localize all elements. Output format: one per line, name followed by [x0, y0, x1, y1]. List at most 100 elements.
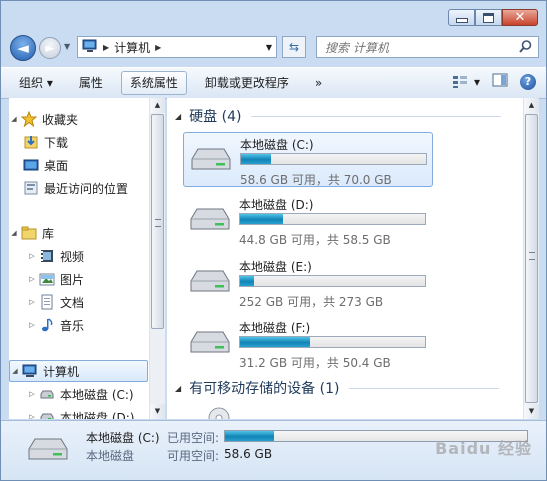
hard-drive-icon — [187, 267, 233, 300]
collapse-icon[interactable]: ◢ — [10, 367, 20, 375]
drive-d[interactable]: 本地磁盘 (D:) 44.8 GB 可用，共 58.5 GB — [183, 193, 433, 248]
usage-bar — [239, 336, 426, 348]
details-usage-bar-fill — [225, 431, 275, 441]
nav-item-drive-d[interactable]: ▷ 本地磁盘 (D:) — [27, 406, 134, 419]
nav-item-videos[interactable]: ▷ 视频 — [27, 245, 84, 267]
scroll-down-icon[interactable]: ▼ — [524, 404, 539, 419]
breadcrumb-computer[interactable]: 计算机 — [114, 39, 150, 56]
collapse-icon[interactable]: ◢ — [175, 112, 181, 121]
usage-bar — [239, 213, 426, 225]
nav-item-music[interactable]: ▷ 音乐 — [27, 314, 84, 336]
expand-icon[interactable]: ▷ — [27, 275, 37, 283]
drive-space-info: 58.6 GB 可用，共 70.0 GB — [240, 173, 392, 187]
nav-item-recent-places[interactable]: 最近访问的位置 — [21, 177, 128, 199]
organize-menu[interactable]: 组织 ▾ — [11, 72, 61, 94]
address-bar[interactable]: ▶ 计算机 ▶ ▼ — [77, 36, 277, 58]
desktop-icon — [23, 157, 39, 173]
recent-places-icon — [23, 180, 39, 196]
nav-group-computer[interactable]: ◢ 计算机 — [9, 360, 148, 382]
search-icon[interactable] — [519, 40, 532, 56]
properties-button[interactable]: 属性 — [71, 72, 111, 94]
group-header-hard-disks[interactable]: ◢ 硬盘 (4) — [175, 106, 502, 126]
group-title: 有可移动存储的设备 (1) — [189, 381, 340, 397]
drive-icon — [39, 409, 55, 419]
nav-item-pictures[interactable]: ▷ 图片 — [27, 268, 84, 290]
nav-pane-scrollbar[interactable]: ▲ ▼ — [149, 98, 165, 419]
drive-c[interactable]: 本地磁盘 (C:) 58.6 GB 可用，共 70.0 GB — [183, 132, 433, 187]
drive-name: 本地磁盘 (F:) — [239, 321, 311, 335]
watermark: Baidu 经验 — [435, 439, 532, 458]
nav-item-documents[interactable]: ▷ 文档 — [27, 291, 84, 313]
content-pane: ◢ 硬盘 (4) 本地磁盘 (C:) 58.6 GB 可用，共 70.0 GB … — [167, 98, 523, 419]
preview-pane-button[interactable] — [492, 73, 508, 90]
uninstall-program-button[interactable]: 卸载或更改程序 — [197, 72, 297, 94]
expand-icon[interactable]: ▷ — [27, 252, 37, 260]
nav-label: 视频 — [60, 249, 85, 264]
content-scrollbar[interactable]: ▲ ▼ — [523, 98, 539, 419]
nav-group-libraries[interactable]: ◢ 库 — [9, 222, 54, 244]
group-divider — [349, 387, 500, 389]
computer-icon — [22, 363, 38, 379]
minimize-button[interactable] — [448, 9, 475, 26]
back-arrow-icon: ◄ — [17, 39, 29, 57]
scroll-down-icon[interactable]: ▼ — [150, 404, 165, 419]
search-box[interactable] — [316, 36, 539, 58]
drive-icon — [39, 386, 55, 402]
group-header-removable[interactable]: ◢ 有可移动存储的设备 (1) — [175, 378, 500, 398]
drive-space-info: 44.8 GB 可用，共 58.5 GB — [239, 233, 391, 247]
forward-button[interactable]: ► — [39, 37, 61, 59]
drive-f[interactable]: 本地磁盘 (F:) 31.2 GB 可用，共 50.4 GB — [183, 316, 433, 371]
scroll-thumb[interactable] — [525, 114, 538, 403]
maximize-icon — [483, 12, 494, 23]
nav-label: 桌面 — [44, 158, 69, 173]
nav-item-drive-c[interactable]: ▷ 本地磁盘 (C:) — [27, 383, 134, 405]
view-dropdown-icon: ▾ — [473, 74, 480, 89]
change-view-button[interactable]: ▾ — [452, 75, 480, 89]
collapse-icon[interactable]: ◢ — [9, 229, 19, 237]
details-pane: 本地磁盘 (C:) 本地磁盘 已用空间: 可用空间: 58.6 GB Baidu… — [1, 420, 546, 480]
computer-icon — [82, 39, 98, 56]
usage-bar-fill — [240, 214, 284, 224]
minimize-icon — [455, 18, 468, 23]
expand-icon[interactable]: ▷ — [27, 321, 37, 329]
nav-label: 下载 — [44, 135, 69, 150]
refresh-button[interactable]: ⇆ — [282, 36, 306, 58]
forward-arrow-icon: ► — [45, 41, 55, 55]
recent-pages-dropdown-icon[interactable]: ▼ — [64, 42, 70, 51]
cd-drive-icon[interactable] — [207, 406, 231, 419]
details-free-value: 58.6 GB — [224, 447, 273, 461]
scroll-up-icon[interactable]: ▲ — [150, 98, 165, 113]
drive-name: 本地磁盘 (E:) — [239, 260, 312, 274]
scroll-thumb[interactable] — [151, 114, 164, 329]
nav-group-favorites[interactable]: ◢ 收藏夹 — [9, 108, 78, 130]
drive-e[interactable]: 本地磁盘 (E:) 252 GB 可用，共 273 GB — [183, 255, 433, 310]
search-input[interactable] — [323, 40, 517, 56]
nav-item-desktop[interactable]: 桌面 — [21, 154, 68, 176]
video-icon — [39, 248, 55, 264]
collapse-icon[interactable]: ◢ — [9, 115, 19, 123]
expand-icon[interactable]: ▷ — [27, 390, 37, 398]
nav-label: 本地磁盘 (C:) — [60, 387, 134, 402]
nav-label: 本地磁盘 (D:) — [60, 410, 135, 420]
usage-bar — [239, 275, 426, 287]
maximize-button[interactable] — [475, 9, 502, 26]
collapse-icon[interactable]: ◢ — [175, 384, 181, 393]
address-dropdown-icon[interactable]: ▼ — [266, 43, 272, 52]
close-button[interactable]: ✕ — [502, 9, 538, 26]
navigation-pane: ◢ 收藏夹 下载 桌面 最近访问的位置 ◢ 库 ▷ 视频 ▷ 图片 ▷ 文档 ▷… — [9, 98, 149, 419]
view-icon — [452, 75, 467, 88]
breadcrumb-separator-icon[interactable]: ▶ — [103, 43, 109, 52]
group-title: 硬盘 (4) — [189, 109, 242, 125]
library-icon — [21, 225, 37, 241]
expand-icon[interactable]: ▷ — [27, 298, 37, 306]
usage-bar-fill — [241, 154, 272, 164]
nav-item-downloads[interactable]: 下载 — [21, 131, 68, 153]
scroll-up-icon[interactable]: ▲ — [524, 98, 539, 113]
help-icon[interactable]: ? — [520, 73, 536, 90]
breadcrumb-separator-icon[interactable]: ▶ — [155, 43, 161, 52]
back-button[interactable]: ◄ — [10, 35, 36, 61]
details-drive-type: 本地磁盘 — [86, 449, 135, 463]
more-commands-button[interactable]: » — [307, 72, 330, 94]
system-properties-button[interactable]: 系统属性 — [120, 71, 187, 95]
expand-icon[interactable]: ▷ — [27, 413, 37, 419]
